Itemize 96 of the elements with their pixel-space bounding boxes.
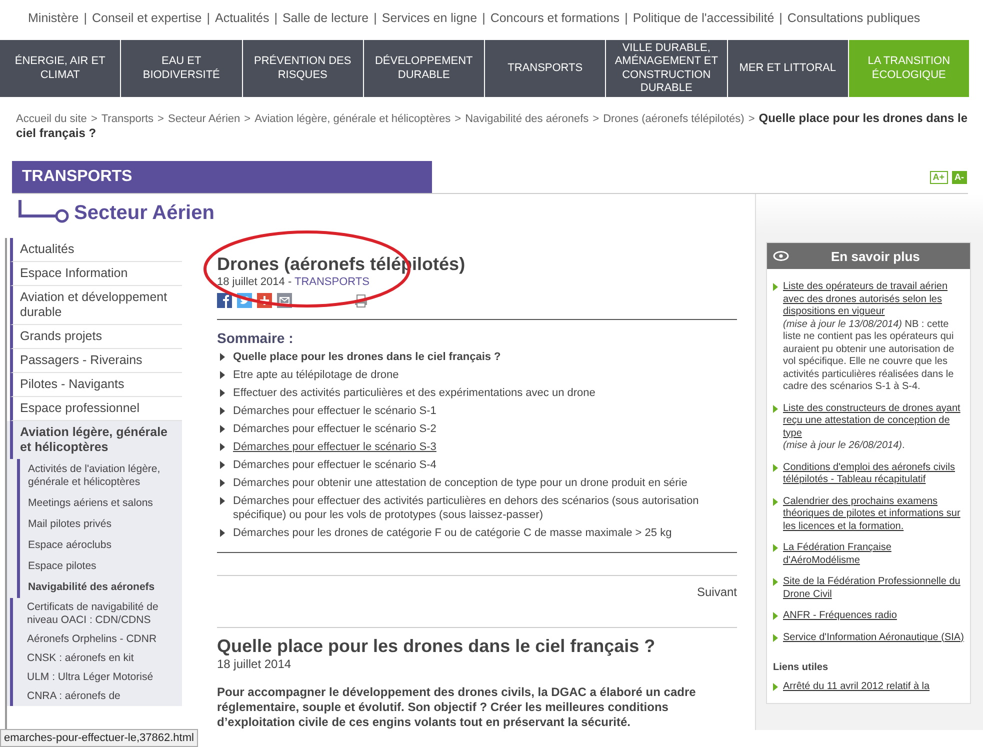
top-link[interactable]: Salle de lecture	[282, 11, 369, 25]
status-bar: emarches-pour-effectuer-le,37862.html	[0, 729, 198, 747]
sidebar-item[interactable]: Espace Information	[10, 262, 182, 286]
section-title: Secteur Aérien	[74, 202, 214, 225]
triangle-icon	[773, 612, 778, 620]
triangle-icon	[220, 425, 225, 433]
sidebar-item[interactable]: Aviation légère, générale et hélicoptères	[10, 421, 182, 459]
triangle-icon	[220, 353, 225, 361]
top-link[interactable]: Consultations publiques	[787, 11, 920, 25]
separator: |	[779, 11, 782, 25]
section-banner: TRANSPORTS	[12, 161, 432, 193]
sidebar-item[interactable]: Aéronefs Orphelins - CDNR	[10, 630, 182, 649]
next-link[interactable]: Suivant	[696, 585, 737, 599]
sidebar-item[interactable]: Passagers - Riverains	[10, 349, 182, 373]
top-link[interactable]: Politique de l'accessibilité	[632, 11, 774, 25]
nav-tab[interactable]: ÉNERGIE, AIR ET CLIMAT	[0, 40, 122, 97]
related-link[interactable]: La Fédération Française d'AéroModélisme	[783, 542, 966, 567]
related-link[interactable]: Arrêté du 11 avril 2012 relatif à la	[783, 681, 930, 694]
separator: |	[624, 11, 628, 25]
related-link[interactable]: Conditions d'emploi des aéronefs civils télépilotés - Tableau récapitulatif	[783, 462, 966, 486]
triangle-icon	[773, 634, 778, 642]
triangle-icon	[220, 497, 225, 505]
summary-link[interactable]: Démarches pour obtenir une attestation de conception de type pour un drone produit en série	[233, 476, 688, 490]
top-link[interactable]: Concours et formations	[490, 11, 620, 25]
related-link[interactable]: Service d'Information Aéronautique (SIA)	[783, 632, 964, 644]
triangle-icon	[220, 461, 225, 469]
summary-link[interactable]: Démarches pour les drones de catégorie F ou de catégorie C de masse maximale > 25 kg	[233, 526, 672, 540]
sidebar-item[interactable]: Activités de l'aviation légère, générale et hélicoptères	[17, 459, 182, 493]
top-link[interactable]: Conseil et expertise	[92, 11, 202, 25]
summary-link[interactable]: Démarches pour effectuer le scénario S-2	[233, 422, 436, 436]
sidebar-item[interactable]: Navigabilité des aéronefs	[17, 577, 182, 598]
related-note: (mise à jour le 26/08/2014).	[783, 440, 906, 452]
summary-title: Sommaire :	[217, 330, 294, 346]
triangle-icon	[773, 464, 778, 472]
print-icon[interactable]	[354, 294, 368, 308]
summary-link[interactable]: Démarches pour effectuer le scénario S-4	[233, 458, 436, 472]
summary-link[interactable]: Démarches pour effectuer le scénario S-1	[233, 404, 436, 418]
top-link[interactable]: Services en ligne	[382, 11, 478, 25]
facebook-icon[interactable]	[217, 293, 232, 308]
nav-tab[interactable]: DÉVELOPPEMENT DURABLE	[364, 40, 485, 97]
related-note: (mise à jour le 13/08/2014) NB : cette liste ne contient pas les opérateurs qui auraient pu obtenir une autorisation de vol spécifique. Elle ne couvre que les activités particulières réalisées dans le cadre des scénarios S-1 à S-4.	[783, 318, 956, 394]
sidebar-item[interactable]: Grands projets	[10, 325, 182, 349]
top-link[interactable]: Ministère	[28, 11, 79, 25]
related-link[interactable]: Calendrier des prochains examens théoriques de pilotes et informations sur les licences et la formation.	[783, 496, 966, 533]
triangle-icon	[220, 371, 225, 379]
summary-link[interactable]: Démarches pour effectuer le scénario S-3	[233, 440, 436, 454]
triangle-icon	[220, 407, 225, 415]
separator: |	[206, 11, 210, 25]
section-date: 18 juillet 2014	[217, 657, 292, 671]
sidebar-item[interactable]: Pilotes - Navigants	[10, 373, 182, 397]
triangle-icon	[773, 498, 778, 506]
triangle-icon	[220, 529, 225, 537]
eye-icon	[773, 251, 789, 261]
triangle-icon	[220, 443, 225, 451]
top-link[interactable]: Actualités	[215, 11, 270, 25]
nav-tab[interactable]: EAU ET BIODIVERSITÉ	[121, 40, 242, 97]
separator: |	[84, 11, 87, 25]
sidebar-item[interactable]: Aviation et développement durable	[10, 286, 182, 325]
triangle-icon	[773, 578, 778, 586]
useful-links-title: Liens utiles	[773, 662, 830, 673]
summary-link[interactable]: Etre apte au télépilotage de drone	[233, 368, 399, 382]
sidebar-item[interactable]: CNRA : aéronefs de	[10, 687, 182, 706]
section-heading: Quelle place pour les drones dans le ciel français ?	[217, 636, 656, 657]
summary-link[interactable]: Quelle place pour les drones dans le ciel français ?	[233, 350, 501, 364]
summary-link[interactable]: Démarches pour effectuer des activités particulières en dehors des scénarios (sous autorisation spécifique) ou pour les vols de prototypes (sous laissez-passer)	[233, 494, 737, 522]
related-link[interactable]: Liste des constructeurs de drones ayant reçu une attestation de conception de type	[783, 402, 966, 440]
category-link[interactable]: TRANSPORTS	[294, 276, 370, 288]
breadcrumb: Accueil du site > Transports > Secteur Aérien > Aviation légère, générale et hélicoptères > Navigabilité des aéronefs > Drones (aéronefs télépilotés) > Quelle place pour les drones dans le ciel français ?	[16, 113, 968, 140]
intro-paragraph: Pour accompagner le développement des drones civils, la DGAC a élaboré un cadre réglementaire, souple et évolutif. Son objectif ? Créer les meilleures conditions d’exploitation civile de ces engins volants tout en préservant la sécurité.	[217, 685, 697, 730]
triangle-icon	[773, 404, 778, 412]
triangle-icon	[220, 479, 225, 487]
triangle-icon	[773, 683, 778, 691]
sidebar-item[interactable]: CNSK : aéronefs en kit	[10, 649, 182, 668]
triangle-icon	[773, 544, 778, 552]
sidebar-item[interactable]: ULM : Ultra Léger Motorisé	[10, 668, 182, 687]
related-link[interactable]: ANFR - Fréquences radio	[783, 610, 897, 622]
sidebar-item[interactable]: Espace pilotes	[17, 556, 182, 577]
nav-tab[interactable]: PRÉVENTION DES RISQUES	[242, 40, 364, 97]
sidebar-item[interactable]: Certificats de navigabilité de niveau OACI : CDN/CDNS	[10, 598, 182, 630]
separator: |	[374, 11, 377, 25]
sidebar-item[interactable]: Mail pilotes privés	[17, 514, 182, 535]
separator: |	[482, 11, 486, 25]
sidebar-item[interactable]: Espace aéroclubs	[17, 535, 182, 556]
separator: |	[274, 11, 278, 25]
triangle-icon	[220, 389, 225, 397]
summary-link[interactable]: Effectuer des activités particulières et des expérimentations avec un drone	[233, 386, 596, 400]
article-date: 18 juillet 2014 -	[217, 276, 292, 288]
related-link[interactable]: Liste des opérateurs de travail aérien avec des drones autorisés selon les dispositions en vigueur	[783, 281, 966, 318]
sidebar-item[interactable]: Actualités	[10, 238, 182, 262]
sidebar-item[interactable]: Meetings aériens et salons	[17, 493, 182, 514]
panel-title: En savoir plus	[831, 248, 920, 264]
nav-tab[interactable]: MER ET LITTORAL	[728, 40, 849, 97]
nav-tab[interactable]: VILLE DURABLE, AMÉNAGEMENT ET CONSTRUCTION DURABLE	[606, 40, 728, 97]
triangle-icon	[773, 283, 778, 291]
nav-tab[interactable]: TRANSPORTS	[485, 40, 606, 97]
related-link[interactable]: Site de la Fédération Professionnelle du Drone Civil	[783, 576, 966, 601]
